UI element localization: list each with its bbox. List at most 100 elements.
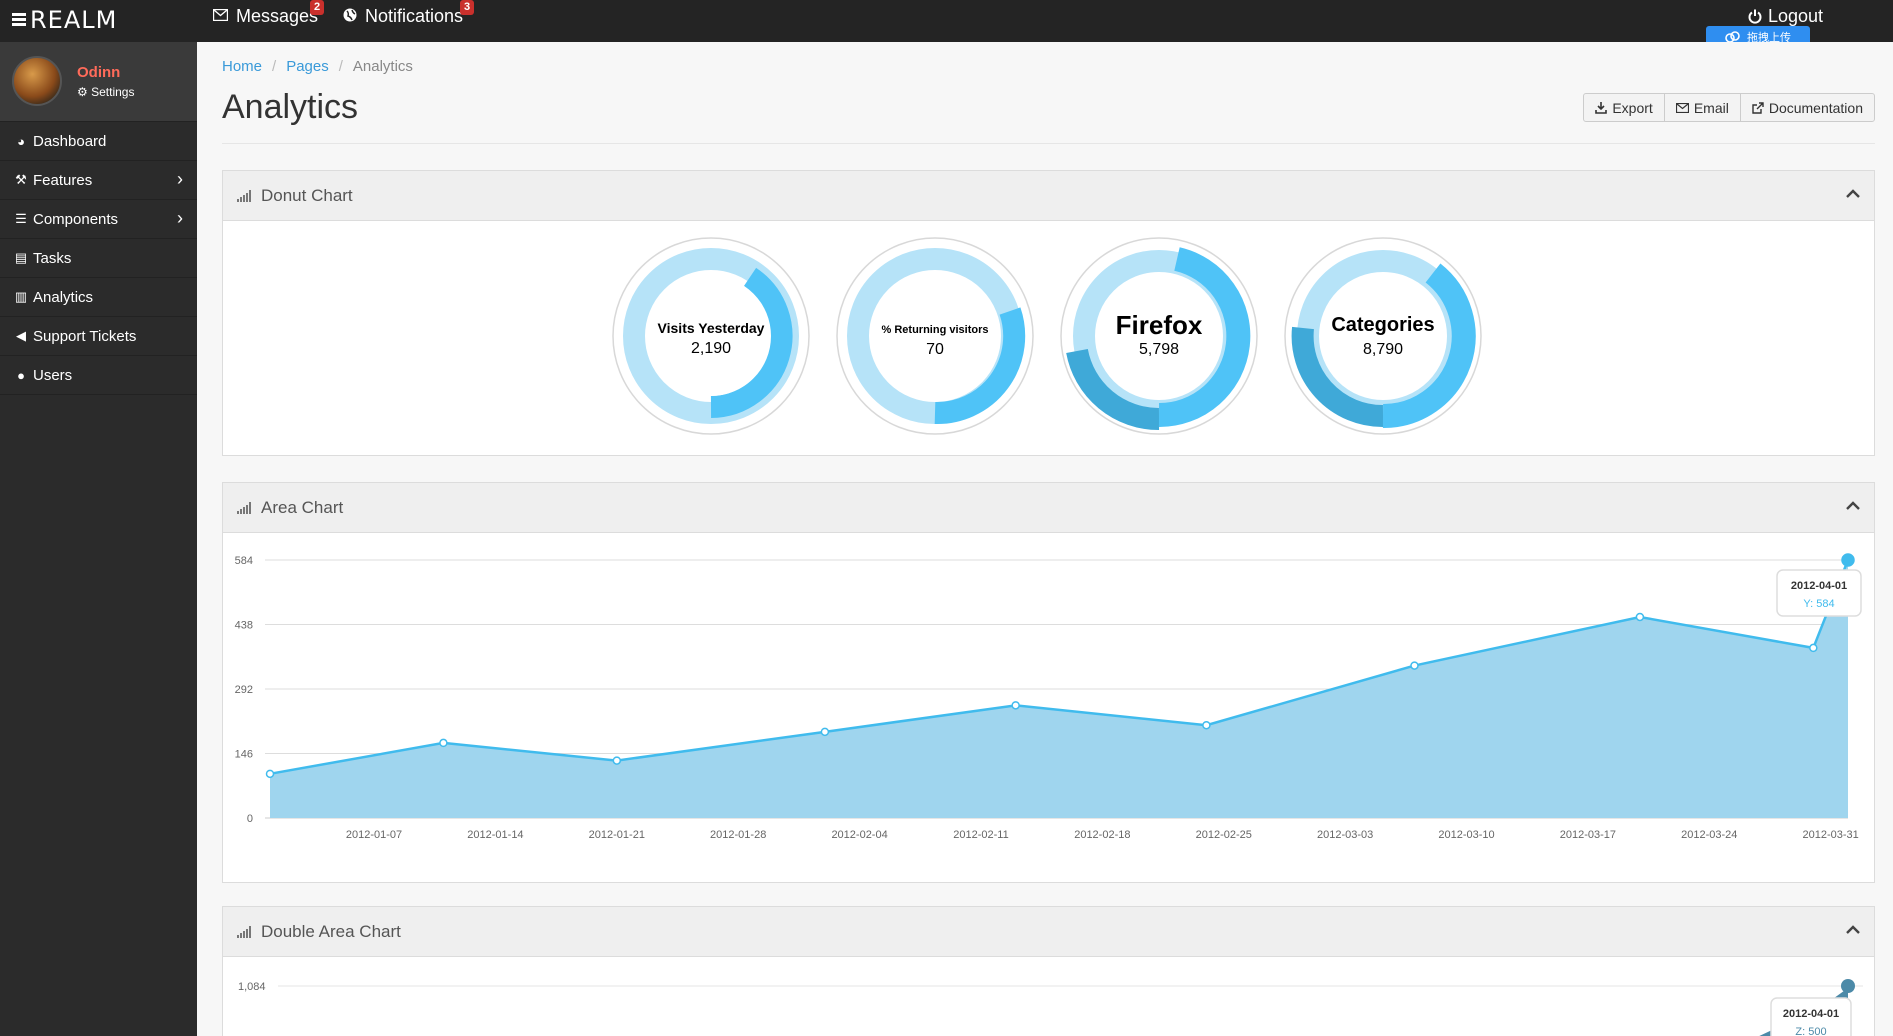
bullhorn-icon: ◀ (16, 328, 26, 343)
y-tick-label: 1,084 (238, 981, 266, 993)
x-tick-label: 2012-03-24 (1681, 829, 1737, 841)
area-chart[interactable]: 0 146 292 438 584 2012-01-07 2012-01-14 2012-01… (223, 534, 1874, 883)
y-tick-label: 292 (235, 684, 253, 696)
data-point[interactable] (1841, 979, 1855, 993)
panel-header: Area Chart (223, 483, 1874, 533)
panel-title: Double Area Chart (261, 921, 401, 941)
data-point[interactable] (820, 727, 830, 737)
notifications-link[interactable]: Notifications 3 (343, 0, 475, 27)
donut-firefox[interactable]: Firefox 5,798 (1059, 236, 1259, 436)
notifications-badge: 3 (460, 0, 475, 15)
y-tick-label: 438 (235, 620, 253, 632)
download-icon (1595, 101, 1608, 114)
title-divider (222, 143, 1875, 144)
messages-link[interactable]: Messages 2 (212, 0, 325, 27)
data-point[interactable] (1410, 661, 1419, 670)
data-point[interactable] (1841, 553, 1855, 567)
email-button[interactable]: Email (1663, 93, 1741, 122)
sidebar-item-support-tickets[interactable]: ◀ Support Tickets (0, 317, 197, 356)
documentation-label: Documentation (1768, 99, 1863, 116)
chevron-up-icon[interactable] (1846, 921, 1860, 939)
donut-visits-yesterday[interactable]: Visits Yesterday 2,190 (611, 236, 811, 436)
donut-value: 2,190 (690, 340, 732, 357)
tooltip-date: 2012-04-01 (1783, 1008, 1839, 1020)
y-tick-label: 0 (247, 813, 253, 825)
donut-categories[interactable]: Categories 8,790 (1283, 236, 1483, 436)
logout-label: Logout (1767, 6, 1823, 26)
signal-icon (237, 501, 251, 514)
documentation-button[interactable]: Documentation (1739, 93, 1875, 122)
double-area-chart[interactable]: 1,084 2012-04-01 Z: 500 (223, 958, 1874, 1036)
sidebar-item-tasks[interactable]: ▤ Tasks (0, 239, 197, 278)
sidebar-item-label: Features (33, 171, 93, 189)
donut-value: 70 (926, 341, 944, 358)
donut-label: Firefox (1115, 310, 1203, 340)
chevron-up-icon[interactable] (1846, 497, 1860, 515)
tooltip-value: Z: 500 (1795, 1026, 1826, 1036)
x-tick-label: 2012-01-14 (467, 829, 523, 841)
area-chart-panel: Area Chart 0 146 292 438 584 2012-01-07 2012-0… (222, 482, 1875, 883)
messages-label: Messages (236, 6, 319, 26)
globe-icon (343, 8, 357, 26)
x-tick-label: 2012-03-31 (1803, 829, 1859, 841)
envelope-icon (1675, 102, 1689, 113)
sidebar-item-users[interactable]: ● Users (0, 356, 197, 395)
brand-logo[interactable]: REALM (12, 6, 117, 34)
sidebar: Odinn ⚙ Settings ◕ Dashboard ⚒ Features … (0, 42, 197, 1036)
signal-icon (237, 189, 251, 202)
panel-title: Donut Chart (261, 185, 353, 205)
donut-chart-panel: Donut Chart Visits Yesterday 2,190 % Ret… (222, 170, 1875, 456)
breadcrumb-home[interactable]: Home (222, 58, 262, 75)
x-tick-label: 2012-01-07 (346, 829, 402, 841)
donut-value: 8,790 (1362, 341, 1404, 358)
chevron-right-icon: › (177, 169, 183, 189)
data-point[interactable] (1809, 643, 1818, 653)
x-tick-label: 2012-03-10 (1438, 829, 1494, 841)
user-name[interactable]: Odinn (77, 64, 120, 81)
sidebar-item-dashboard[interactable]: ◕ Dashboard (0, 122, 197, 161)
data-point[interactable] (1635, 612, 1645, 622)
envelope-icon (212, 8, 229, 25)
data-point[interactable] (1011, 701, 1020, 710)
settings-label: Settings (91, 85, 135, 99)
top-navbar: REALM Messages 2 Notifications 3 Logout … (0, 0, 1893, 48)
sidebar-item-label: Dashboard (33, 132, 107, 150)
settings-link[interactable]: ⚙ Settings (77, 85, 134, 99)
double-area-chart-panel: Double Area Chart 1,084 2012-04-01 Z: 50… (222, 906, 1875, 1036)
breadcrumb-current: Analytics (352, 58, 413, 75)
gear-icon: ⚙ (77, 85, 88, 99)
data-point[interactable] (1202, 720, 1211, 730)
donut-returning-visitors[interactable]: % Returning visitors 70 (835, 236, 1035, 436)
page-actions: Export Email Documentation (1583, 93, 1875, 122)
data-point[interactable] (439, 738, 448, 748)
chart-tooltip: 2012-04-01 Y: 584 (1776, 569, 1862, 617)
y-tick-label: 584 (235, 555, 253, 567)
sidebar-item-label: Components (33, 210, 119, 228)
x-tick-label: 2012-02-04 (831, 829, 887, 841)
donut-label: Visits Yesterday (657, 320, 765, 336)
x-tick-label: 2012-02-25 (1196, 829, 1252, 841)
page-title: Analytics (222, 88, 359, 126)
data-point[interactable] (265, 769, 275, 779)
breadcrumb-pages[interactable]: Pages (286, 58, 329, 75)
sidebar-item-components[interactable]: ☰ Components › (0, 200, 197, 239)
x-tick-label: 2012-02-11 (953, 829, 1008, 841)
x-tick-label: 2012-02-18 (1074, 829, 1130, 841)
sidebar-item-analytics[interactable]: ▥ Analytics (0, 278, 197, 317)
panel-header: Double Area Chart (223, 907, 1874, 957)
avatar[interactable] (12, 56, 62, 106)
sidebar-item-features[interactable]: ⚒ Features › (0, 161, 197, 200)
export-button[interactable]: Export (1583, 93, 1665, 122)
list-icon: ☰ (15, 211, 27, 226)
logout-link[interactable]: Logout (1748, 6, 1823, 27)
donut-row: Visits Yesterday 2,190 % Returning visit… (223, 222, 1874, 456)
x-tick-label: 2012-03-03 (1317, 829, 1373, 841)
donut-label: % Returning visitors (881, 324, 989, 336)
wand-icon: ⚒ (15, 172, 27, 187)
chevron-up-icon[interactable] (1846, 185, 1860, 203)
data-point[interactable] (612, 756, 622, 765)
sidebar-item-label: Users (33, 366, 73, 384)
bar-chart-icon: ▥ (14, 289, 28, 304)
breadcrumb: Home / Pages / Analytics (222, 58, 413, 75)
email-label: Email (1693, 99, 1729, 116)
